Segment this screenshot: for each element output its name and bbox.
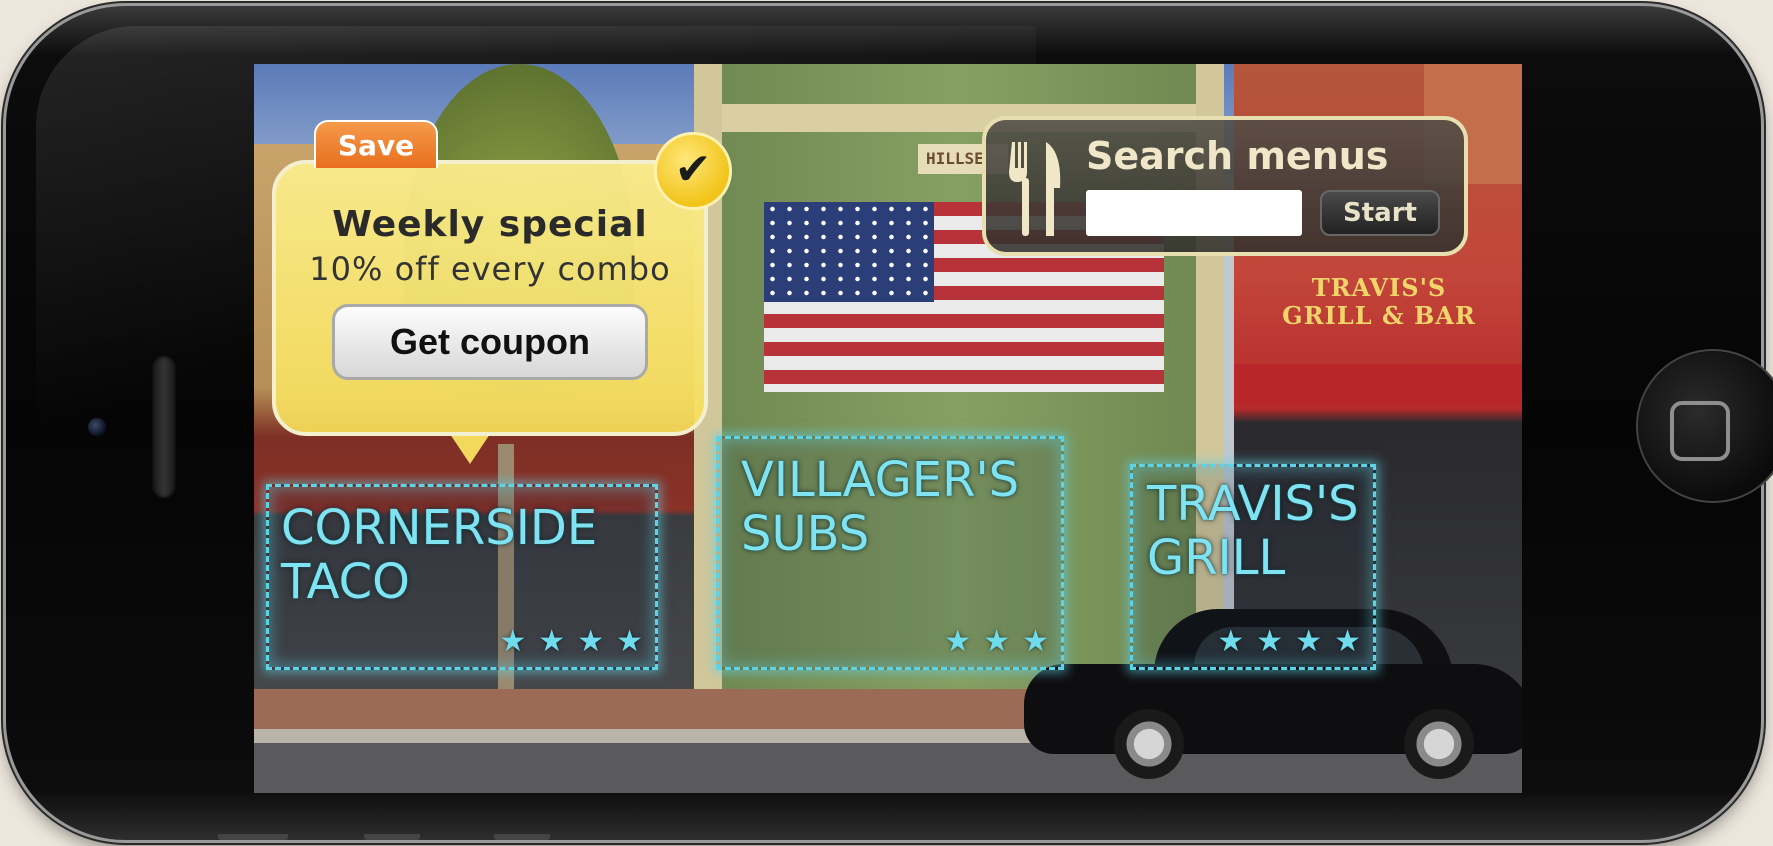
home-button-icon [1670, 401, 1730, 461]
volume-button [364, 834, 420, 840]
rating-stars: ★ ★ ★ ★ [1217, 627, 1361, 657]
star-icon: ★ [944, 624, 972, 659]
earpiece-speaker [152, 356, 176, 498]
car-wheel [1404, 709, 1474, 779]
star-icon: ★ [1295, 624, 1323, 659]
restaurant-name: CORNERSIDE TACO [281, 500, 598, 610]
volume-button [218, 834, 288, 840]
star-icon: ★ [577, 624, 605, 659]
restaurant-name: VILLAGER'S SUBS [741, 452, 1020, 562]
coupon-bubble: Weekly special 10% off every combo Get c… [272, 160, 708, 436]
fork-knife-icon [1009, 142, 1061, 236]
phone-frame: HILLSE TRAVIS'S GRILL & BAR CORNERSIDE T… [6, 6, 1773, 840]
restaurant-name: TRAVIS'S GRILL [1147, 476, 1359, 586]
start-button[interactable]: Start [1320, 190, 1440, 236]
coupon-subtext: 10% off every combo [309, 250, 671, 288]
car-wheel [1114, 709, 1184, 779]
star-icon: ★ [1334, 624, 1361, 659]
star-icon: ★ [1022, 624, 1049, 659]
star-icon: ★ [1256, 624, 1284, 659]
building-sign: TRAVIS'S GRILL & BAR [1282, 273, 1476, 330]
search-title: Search menus [1086, 134, 1389, 178]
bubble-pointer [450, 434, 490, 464]
restaurant-overlay-traviss-grill[interactable]: TRAVIS'S GRILL ★ ★ ★ ★ [1130, 464, 1376, 670]
search-menus-panel: Search menus Start [982, 116, 1468, 256]
check-icon[interactable]: ✔ [654, 132, 732, 210]
star-icon: ★ [983, 624, 1011, 659]
star-icon: ★ [499, 624, 527, 659]
rating-stars: ★ ★ ★ [944, 627, 1049, 657]
rating-stars: ★ ★ ★ ★ [499, 627, 643, 657]
search-input[interactable] [1086, 190, 1302, 236]
restaurant-overlay-villagers-subs[interactable]: VILLAGER'S SUBS ★ ★ ★ [716, 436, 1064, 670]
coupon-heading: Weekly special [332, 204, 648, 245]
mute-switch [494, 834, 550, 840]
restaurant-overlay-cornerside-taco[interactable]: CORNERSIDE TACO ★ ★ ★ ★ [266, 484, 658, 670]
save-button[interactable]: Save [314, 120, 438, 168]
star-icon: ★ [538, 624, 566, 659]
red-awning [1234, 364, 1522, 404]
front-camera [88, 418, 106, 436]
get-coupon-button[interactable]: Get coupon [332, 304, 648, 380]
ar-camera-view: HILLSE TRAVIS'S GRILL & BAR CORNERSIDE T… [254, 64, 1522, 793]
home-button[interactable] [1638, 351, 1773, 501]
flag-stars [764, 202, 934, 302]
star-icon: ★ [1217, 624, 1245, 659]
star-icon: ★ [616, 624, 643, 659]
